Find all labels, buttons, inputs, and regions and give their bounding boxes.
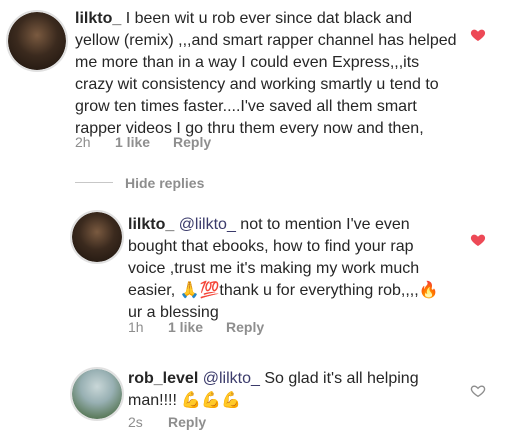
comment-body: I been wit u rob ever since dat black an… (75, 10, 457, 137)
avatar-lilkto[interactable] (6, 10, 68, 72)
divider (75, 182, 113, 183)
heart-icon[interactable] (470, 232, 486, 248)
username[interactable]: lilkto_ (128, 216, 174, 233)
heart-icon[interactable] (470, 27, 486, 43)
reply-button[interactable]: Reply (226, 319, 264, 335)
timestamp: 2h (75, 134, 91, 150)
comment-text: lilkto_ @lilkto_ not to mention I've eve… (128, 214, 448, 324)
comment-body: not to mention I've even bought that ebo… (128, 216, 439, 321)
mention-link[interactable]: @lilkto_ (203, 370, 260, 387)
reply-button[interactable]: Reply (173, 134, 211, 150)
likes-count[interactable]: 1 like (115, 134, 173, 150)
avatar-rob-level[interactable] (70, 367, 124, 421)
heart-outline-icon[interactable] (470, 383, 486, 399)
comment-meta: 1h 1 like Reply (128, 319, 264, 335)
likes-count[interactable]: 1 like (168, 319, 226, 335)
timestamp: 1h (128, 319, 144, 335)
avatar-lilkto[interactable] (70, 210, 124, 264)
mention-link[interactable]: @lilkto_ (179, 216, 236, 233)
hide-replies-button[interactable]: Hide replies (125, 175, 204, 191)
reply-button[interactable]: Reply (168, 414, 206, 430)
timestamp: 2s (128, 414, 143, 430)
comment-meta: 2h 1 like Reply (75, 134, 211, 150)
comment-meta: 2s Reply (128, 414, 206, 430)
username[interactable]: rob_level (128, 370, 198, 387)
comment-text: rob_level @lilkto_ So glad it's all help… (128, 368, 448, 412)
comment-text: lilkto_ I been wit u rob ever since dat … (75, 8, 460, 140)
username[interactable]: lilkto_ (75, 10, 121, 27)
